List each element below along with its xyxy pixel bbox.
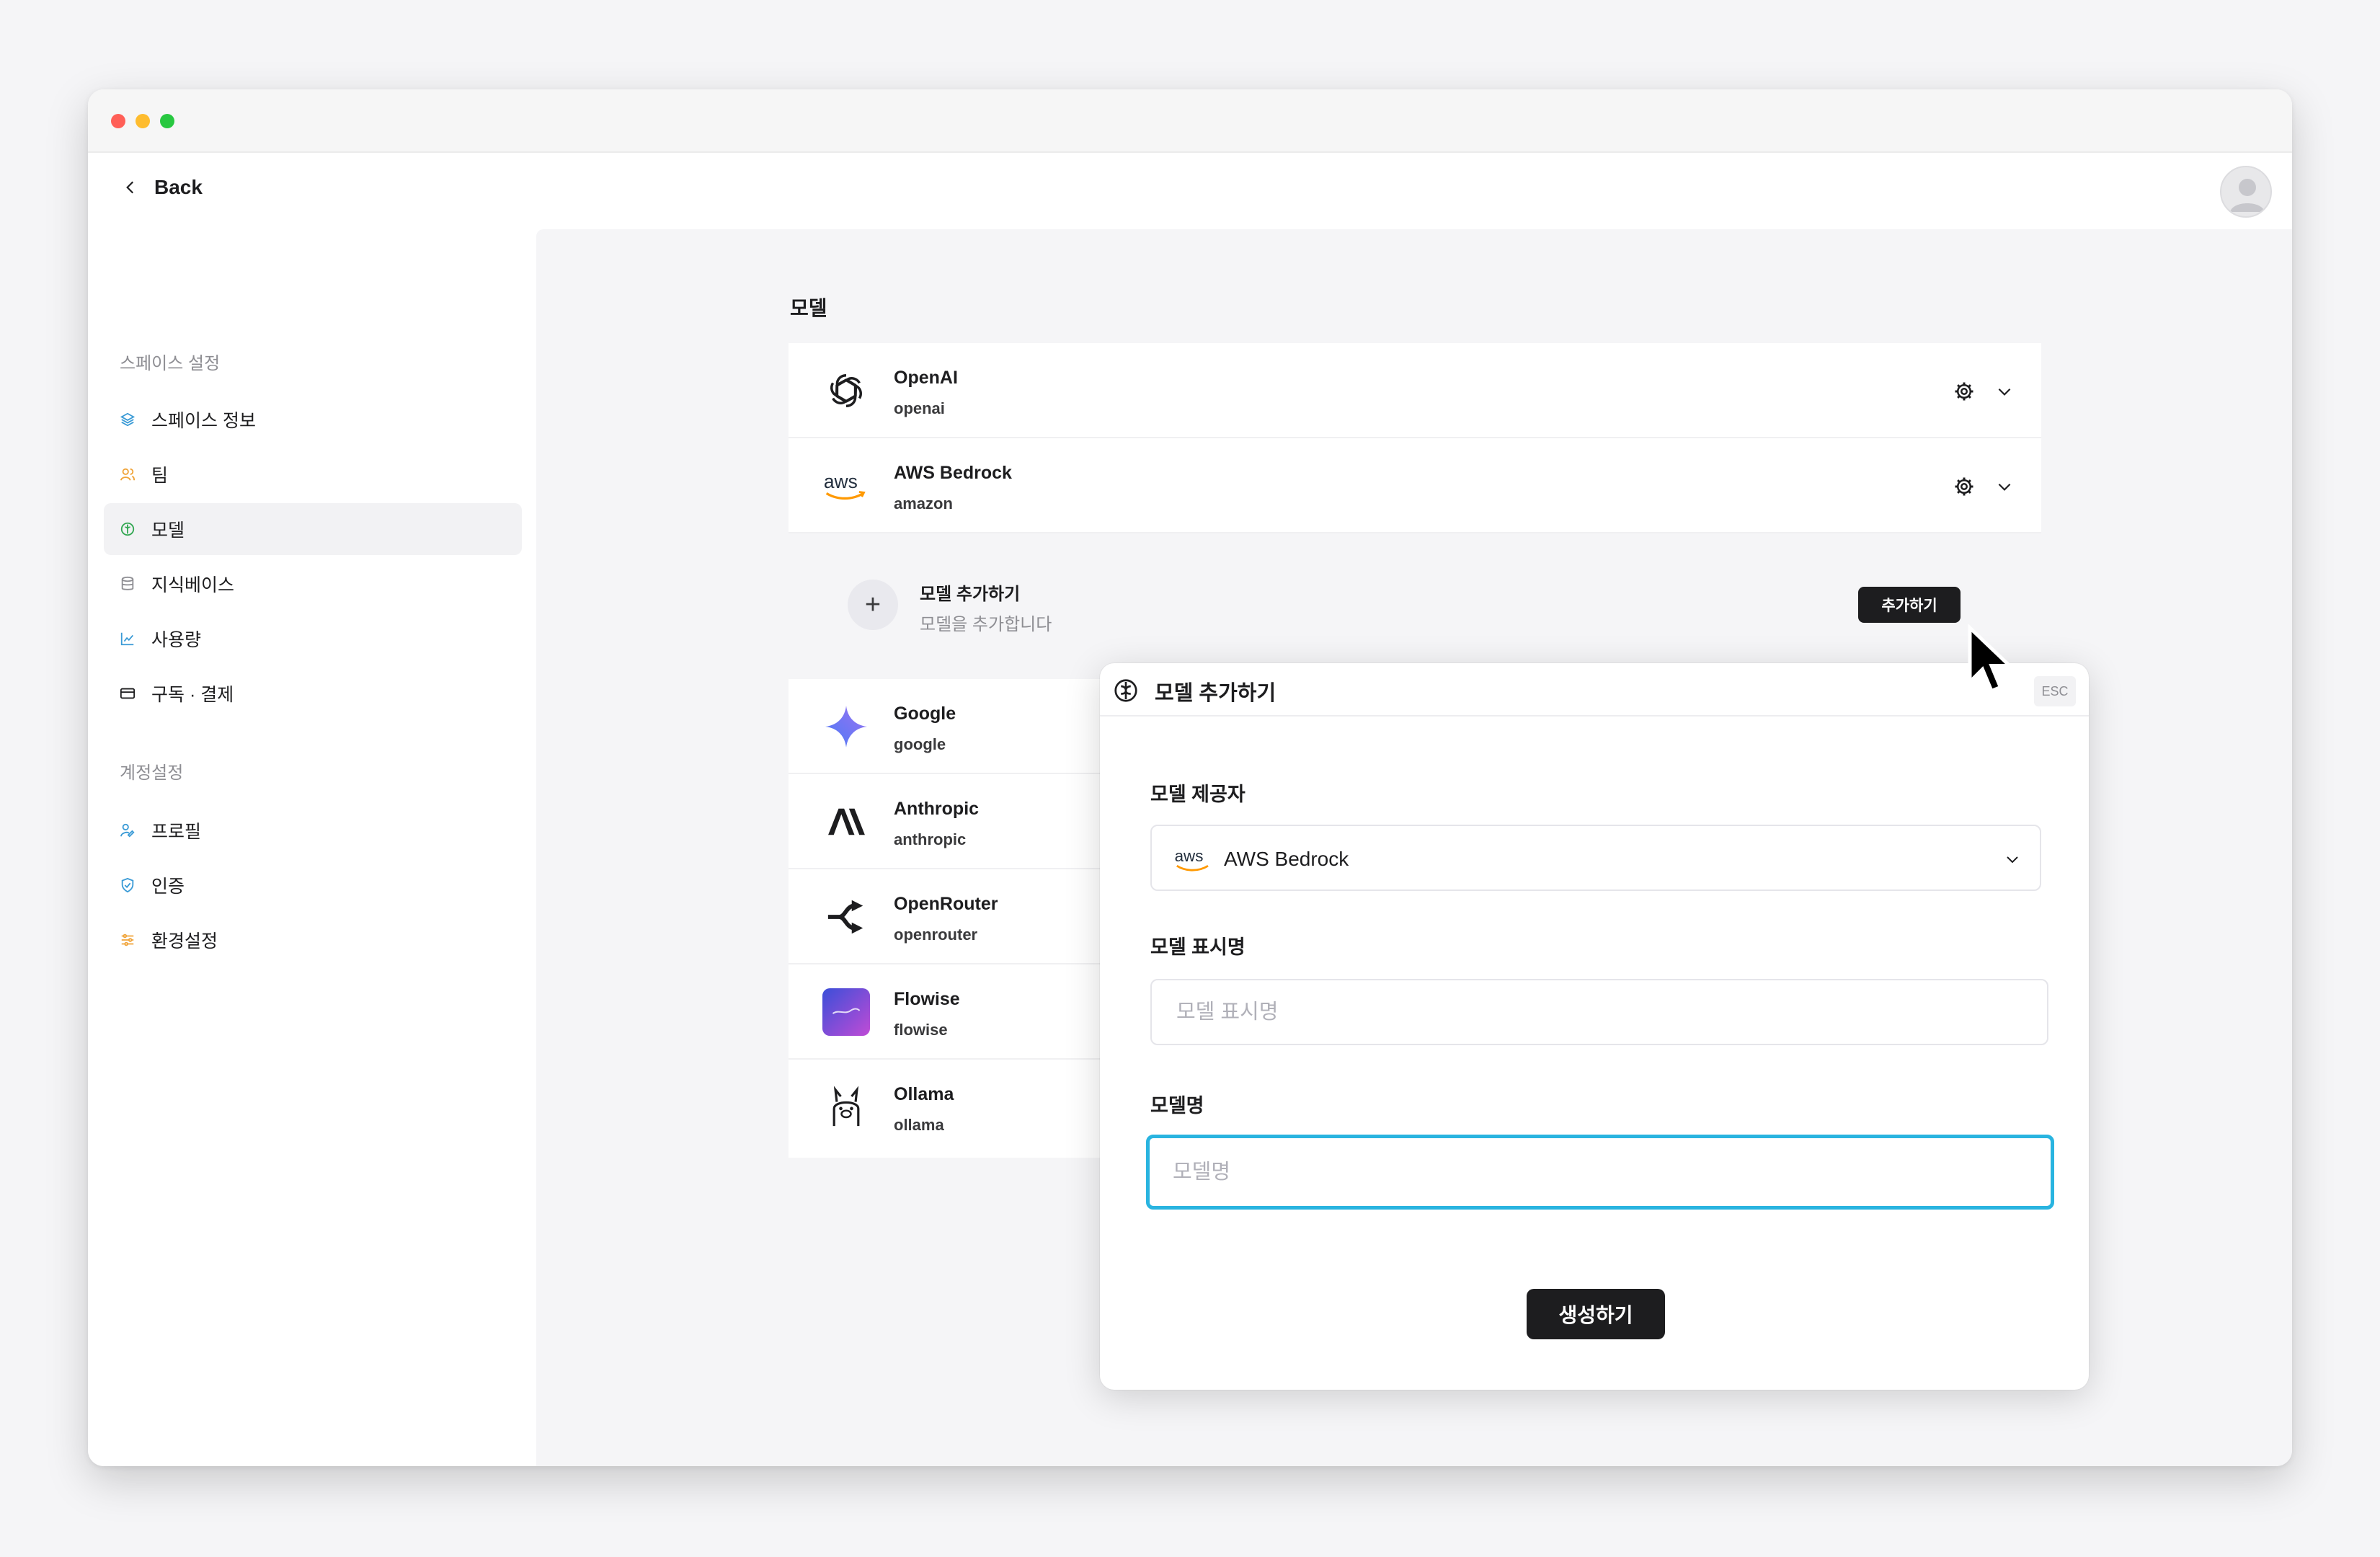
sidebar-item-label: 지식베이스 bbox=[151, 575, 235, 595]
chevron-down-icon[interactable] bbox=[1995, 477, 2014, 496]
user-edit-icon bbox=[120, 823, 135, 838]
provider-name: Google bbox=[894, 704, 956, 724]
provider-id: flowise bbox=[894, 1021, 948, 1039]
provider-name: AWS Bedrock bbox=[894, 463, 1012, 483]
sidebar-item-label: 팀 bbox=[151, 466, 169, 486]
sidebar-item-space-info[interactable]: 스페이스 정보 bbox=[104, 394, 522, 445]
svg-text:aws: aws bbox=[824, 471, 858, 492]
add-model-modal: 모델 추가하기 ESC 모델 제공자 aws AWS Bedrock 모델 표시… bbox=[1100, 663, 2089, 1390]
titlebar bbox=[88, 89, 2292, 153]
model-name-input[interactable] bbox=[1146, 1135, 2054, 1210]
add-model-row: + 모델 추가하기 모델을 추가합니다 추가하기 bbox=[789, 535, 2041, 676]
provider-row-openai[interactable]: OpenAI openai bbox=[789, 343, 2041, 438]
flowise-logo-icon bbox=[820, 986, 872, 1038]
sidebar-item-model[interactable]: 모델 bbox=[104, 503, 522, 555]
add-model-button[interactable]: 추가하기 bbox=[1858, 587, 1961, 623]
sidebar-item-label: 모델 bbox=[151, 520, 185, 541]
database-icon bbox=[121, 576, 134, 590]
maximize-window-button[interactable] bbox=[160, 114, 174, 128]
plus-icon[interactable]: + bbox=[848, 580, 898, 630]
create-button[interactable]: 생성하기 bbox=[1527, 1289, 1665, 1339]
provider-name: Flowise bbox=[894, 989, 960, 1009]
gear-icon[interactable] bbox=[1953, 381, 1975, 402]
aws-logo-icon: aws bbox=[820, 460, 872, 512]
provider-id: anthropic bbox=[894, 830, 967, 848]
settings-list-icon bbox=[121, 933, 134, 946]
shield-icon bbox=[121, 877, 134, 893]
sidebar-item-label: 프로필 bbox=[151, 822, 202, 842]
sidebar-item-preferences[interactable]: 환경설정 bbox=[104, 914, 522, 966]
mouse-pointer-icon bbox=[1968, 624, 2015, 693]
chevron-left-icon bbox=[126, 181, 134, 194]
chevron-down-icon[interactable] bbox=[1995, 382, 2014, 401]
provider-field-label: 모델 제공자 bbox=[1150, 784, 1245, 805]
provider-id: openrouter bbox=[894, 926, 978, 944]
user-avatar-icon bbox=[2230, 179, 2265, 212]
layers-icon bbox=[120, 412, 136, 427]
provider-id: google bbox=[894, 735, 946, 753]
brain-icon bbox=[120, 522, 135, 536]
page-title: 모델 bbox=[790, 297, 827, 319]
chart-icon bbox=[120, 632, 134, 646]
sidebar-heading-account: 계정설정 bbox=[120, 763, 184, 783]
gemini-logo-icon bbox=[820, 701, 872, 753]
sidebar-item-usage[interactable]: 사용량 bbox=[104, 613, 522, 665]
openrouter-logo-icon bbox=[820, 891, 872, 943]
minimize-window-button[interactable] bbox=[136, 114, 150, 128]
sidebar-item-knowledge-base[interactable]: 지식베이스 bbox=[104, 558, 522, 610]
card-icon bbox=[120, 688, 136, 699]
provider-id: ollama bbox=[894, 1116, 944, 1134]
sidebar: 스페이스 설정 스페이스 정보 팀 모델 지식베이스 사용량 구독 · 결제 계… bbox=[88, 229, 535, 1466]
provider-select[interactable]: aws AWS Bedrock bbox=[1150, 825, 2041, 891]
provider-list-top: OpenAI openai aws AWS Bedrock amazon bbox=[789, 343, 2041, 533]
add-model-title: 모델 추가하기 bbox=[920, 585, 1021, 604]
avatar[interactable] bbox=[2220, 166, 2272, 218]
provider-name: OpenAI bbox=[894, 368, 958, 388]
provider-name: Ollama bbox=[894, 1084, 954, 1104]
chevron-down-icon bbox=[2007, 856, 2018, 864]
sidebar-item-label: 구독 · 결제 bbox=[151, 685, 234, 705]
back-button[interactable]: Back bbox=[121, 176, 203, 199]
modal-title: 모델 추가하기 bbox=[1155, 682, 1276, 705]
svg-text:aws: aws bbox=[1175, 847, 1204, 865]
gear-icon[interactable] bbox=[1953, 476, 1975, 497]
model-name-field-label: 모델명 bbox=[1150, 1095, 1204, 1117]
display-name-input[interactable] bbox=[1150, 979, 2048, 1045]
provider-row-aws-bedrock[interactable]: aws AWS Bedrock amazon bbox=[789, 438, 2041, 533]
close-window-button[interactable] bbox=[111, 114, 125, 128]
aws-logo-icon: aws bbox=[1175, 847, 1209, 871]
sidebar-item-auth[interactable]: 인증 bbox=[104, 859, 522, 911]
sidebar-item-profile[interactable]: 프로필 bbox=[104, 804, 522, 856]
sidebar-item-label: 인증 bbox=[151, 877, 185, 897]
sidebar-item-label: 사용량 bbox=[151, 630, 202, 650]
openai-logo-icon bbox=[820, 365, 872, 417]
anthropic-logo-icon bbox=[820, 796, 872, 848]
sidebar-item-label: 환경설정 bbox=[151, 931, 218, 952]
provider-name: Anthropic bbox=[894, 799, 980, 819]
users-icon bbox=[120, 468, 136, 481]
add-model-subtitle: 모델을 추가합니다 bbox=[920, 615, 1052, 634]
brain-icon bbox=[1114, 679, 1137, 702]
modal-header: 모델 추가하기 ESC bbox=[1100, 663, 2089, 717]
provider-id: openai bbox=[894, 399, 945, 417]
ollama-logo-icon bbox=[820, 1081, 872, 1133]
esc-close-button[interactable]: ESC bbox=[2034, 676, 2076, 706]
provider-select-value: AWS Bedrock bbox=[1224, 848, 1349, 870]
provider-id: amazon bbox=[894, 494, 953, 513]
sidebar-item-team[interactable]: 팀 bbox=[104, 448, 522, 500]
top-bar: Back bbox=[88, 154, 2292, 229]
back-label: Back bbox=[154, 176, 203, 198]
display-name-field-label: 모델 표시명 bbox=[1150, 936, 1245, 958]
provider-name: OpenRouter bbox=[894, 894, 998, 914]
sidebar-item-billing[interactable]: 구독 · 결제 bbox=[104, 667, 522, 719]
sidebar-item-label: 스페이스 정보 bbox=[151, 411, 256, 431]
sidebar-heading-space: 스페이스 설정 bbox=[120, 354, 221, 373]
